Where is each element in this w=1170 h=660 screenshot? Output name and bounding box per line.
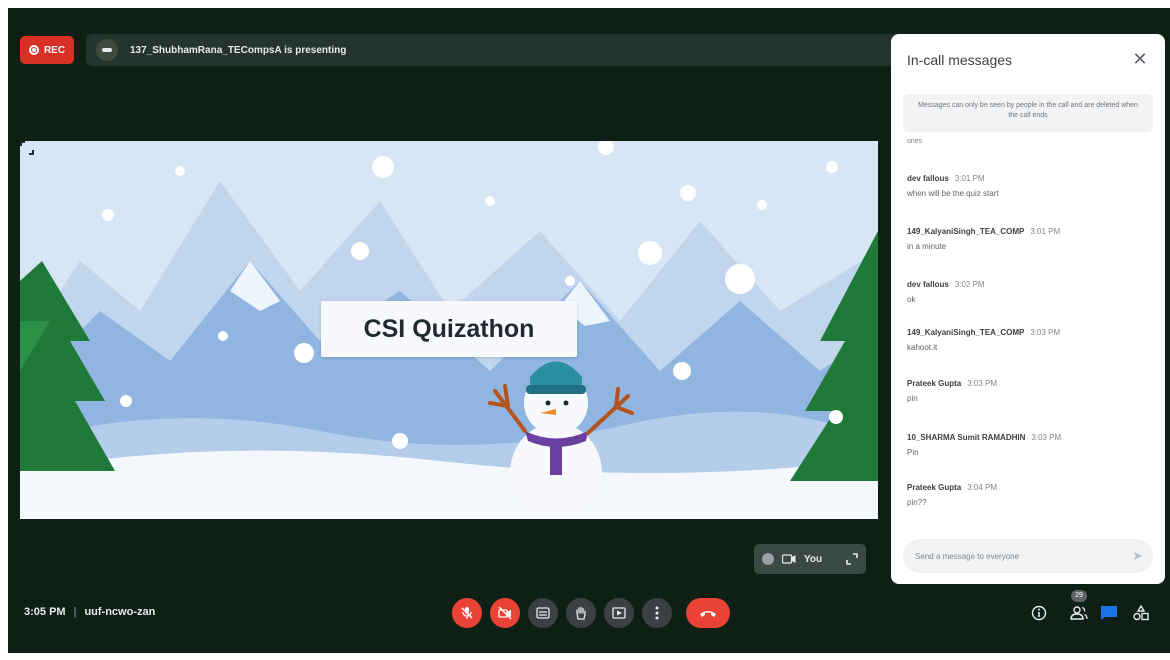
- chat-message: 149_KalyaniSingh_TEA_COMP 3:03 PM kahoot.…: [907, 328, 1147, 352]
- recording-badge: REC: [20, 36, 74, 64]
- message-sender: Prateek Gupta: [907, 483, 962, 492]
- meeting-info: 3:05 PM | uuf-ncwo-zan: [24, 606, 155, 618]
- current-time: 3:05 PM: [24, 606, 66, 618]
- message-time: 3:01 PM: [954, 174, 985, 183]
- info-separator: |: [73, 606, 77, 618]
- self-label: You: [804, 553, 823, 565]
- message-time: 3:02 PM: [954, 280, 985, 289]
- camera-off-button[interactable]: [490, 598, 520, 628]
- message-text: pin??: [907, 498, 927, 507]
- chat-message: dev fallous 3:02 PM ok: [907, 280, 1147, 304]
- meeting-code[interactable]: uuf-ncwo-zan: [84, 606, 155, 618]
- message-sender: 10_SHARMA Sumit RAMADHIN: [907, 433, 1026, 442]
- message-text: kahoot.it: [907, 343, 938, 352]
- camera-off-icon: [498, 606, 512, 620]
- meeting-details-button[interactable]: [1028, 602, 1050, 624]
- presenter-avatar: [96, 39, 118, 61]
- raise-hand-button[interactable]: [566, 598, 596, 628]
- leave-call-button[interactable]: [686, 598, 730, 628]
- chat-icon: [1101, 606, 1117, 620]
- people-icon: [1070, 606, 1088, 620]
- video-icon: [782, 554, 796, 564]
- presentation-view: CSI Quizathon: [20, 141, 878, 519]
- people-button[interactable]: [1068, 602, 1090, 624]
- end-call-icon: [700, 611, 716, 617]
- recording-label: REC: [43, 44, 66, 56]
- message-input-placeholder: Send a message to everyone: [915, 551, 1020, 561]
- message-sender: 149_KalyaniSingh_TEA_COMP: [907, 227, 1025, 236]
- message-text: when will be the quiz start: [907, 189, 999, 198]
- activities-icon: [1133, 605, 1149, 621]
- captions-button[interactable]: [528, 598, 558, 628]
- chat-message: 149_KalyaniSingh_TEA_COMP 3:01 PM in a mi…: [907, 227, 1147, 251]
- close-icon[interactable]: ✕: [1129, 48, 1151, 70]
- message-text: Pin: [907, 448, 919, 457]
- present-icon: [612, 607, 626, 619]
- slide-title: CSI Quizathon: [321, 301, 577, 357]
- more-vert-icon: [655, 606, 659, 620]
- message-time: 3:03 PM: [1030, 328, 1061, 337]
- cut-message-text: ones: [907, 138, 923, 145]
- more-options-button[interactable]: [642, 598, 672, 628]
- presenter-banner: 137_ShubhamRana_TECompsA is presenting: [86, 34, 906, 66]
- message-time: 3:03 PM: [1031, 433, 1062, 442]
- chat-button[interactable]: [1098, 602, 1120, 624]
- presenter-banner-text: 137_ShubhamRana_TECompsA is presenting: [130, 44, 347, 56]
- activities-button[interactable]: [1130, 602, 1152, 624]
- chat-message: Prateek Gupta 3:03 PM pin: [907, 379, 1147, 403]
- present-button[interactable]: [604, 598, 634, 628]
- people-count-badge: 29: [1071, 590, 1087, 602]
- message-time: 3:04 PM: [967, 483, 998, 492]
- message-sender: Prateek Gupta: [907, 379, 962, 388]
- message-sender: dev fallous: [907, 280, 949, 289]
- self-mic-indicator-icon: [762, 553, 774, 565]
- message-text: pin: [907, 394, 918, 403]
- mic-off-icon: [461, 607, 473, 619]
- message-time: 3:03 PM: [967, 379, 998, 388]
- hand-icon: [576, 606, 586, 620]
- captions-icon: [536, 607, 550, 619]
- message-input[interactable]: Send a message to everyone ➤: [903, 539, 1153, 573]
- self-view-tile[interactable]: You: [754, 544, 866, 574]
- fullscreen-icon[interactable]: [20, 141, 34, 155]
- message-text: ok: [907, 295, 916, 304]
- chat-notice: Messages can only be seen by people in t…: [903, 94, 1153, 132]
- message-time: 3:01 PM: [1030, 227, 1061, 236]
- expand-icon[interactable]: [846, 553, 858, 565]
- meet-window: REC 137_ShubhamRana_TECompsA is presenti…: [8, 8, 1170, 653]
- send-icon[interactable]: ➤: [1132, 548, 1143, 564]
- chat-message: dev fallous 3:01 PM when will be the quiz…: [907, 174, 1147, 198]
- info-icon: [1031, 605, 1047, 621]
- chat-message: 10_SHARMA Sumit RAMADHIN 3:03 PM Pin: [907, 433, 1147, 457]
- screenshot-frame: REC 137_ShubhamRana_TECompsA is presenti…: [0, 0, 1170, 660]
- message-text: in a minute: [907, 242, 947, 251]
- message-sender: dev fallous: [907, 174, 949, 183]
- panel-title: In-call messages: [907, 52, 1013, 68]
- record-icon: [28, 45, 39, 55]
- chat-message: Prateek Gupta 3:04 PM pin??: [907, 483, 1147, 507]
- in-call-messages-panel: In-call messages ✕ Messages can only be …: [891, 34, 1165, 584]
- message-sender: 149_KalyaniSingh_TEA_COMP: [907, 328, 1025, 337]
- microphone-off-button[interactable]: [452, 598, 482, 628]
